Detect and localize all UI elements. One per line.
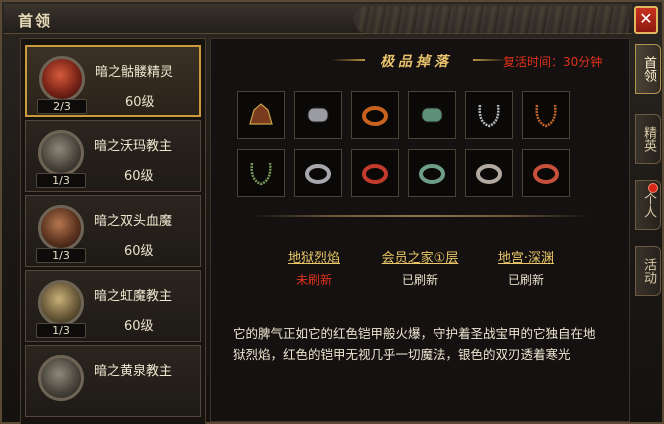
location-status: 已刷新 (507, 273, 544, 287)
drop-item-slot[interactable] (294, 91, 342, 139)
necklace-icon (250, 162, 272, 186)
location-link[interactable]: 地宫·深渊 (471, 247, 581, 266)
location-link[interactable]: 地狱烈焰 (259, 247, 369, 266)
drop-title: 极品掉落 (380, 54, 452, 70)
boss-list-item[interactable]: 暗之黄泉教主 (25, 345, 201, 417)
drop-item-slot[interactable] (522, 91, 570, 139)
ring-icon (419, 164, 445, 184)
drop-item-slot[interactable] (294, 149, 342, 197)
drop-item-slot[interactable] (351, 91, 399, 139)
necklace-icon (535, 104, 557, 128)
ring-icon (305, 164, 331, 184)
ring-icon (533, 164, 559, 184)
helmet-icon (249, 103, 273, 125)
necklace-icon (478, 104, 500, 128)
tab-boss[interactable]: 首领 (635, 44, 661, 94)
boss-level: 60级 (125, 95, 155, 110)
dragon-ornament (354, 6, 629, 34)
drop-item-slot[interactable] (408, 91, 456, 139)
drop-item-slot[interactable] (237, 149, 285, 197)
boss-name: 暗之黄泉教主 (94, 364, 173, 379)
drop-item-slot[interactable] (237, 91, 285, 139)
boss-description: 它的脾气正如它的红色铠甲般火爆，守护着圣战宝甲的它独自在地狱烈焰，红色的铠甲无视… (233, 326, 596, 362)
tab-label: 首领 (641, 56, 656, 82)
window-title: 首领 (18, 12, 53, 30)
tab-label: 个人 (641, 192, 656, 218)
boss-avatar (38, 205, 84, 251)
tab-label: 精英 (641, 126, 656, 152)
boss-name: 暗之骷髅精灵 (95, 65, 174, 80)
boss-avatar (38, 355, 84, 401)
divider (251, 215, 591, 217)
location-link[interactable]: 会员之家①层 (365, 247, 475, 266)
boss-list-item[interactable]: 1/3 暗之虹魔教主 60级 (25, 270, 201, 342)
drop-item-slot[interactable] (465, 149, 513, 197)
respawn-time: 复活时间：30分钟 (503, 55, 603, 69)
kill-count-badge: 1/3 (36, 173, 86, 188)
boss-list-item[interactable]: 1/3 暗之双头血魔 60级 (25, 195, 201, 267)
location-status: 未刷新 (295, 273, 332, 287)
boss-name: 暗之沃玛教主 (94, 139, 173, 154)
kill-count-badge: 2/3 (37, 99, 87, 114)
boss-list-item[interactable]: 1/3 暗之沃玛教主 60级 (25, 120, 201, 192)
drop-item-slot[interactable] (522, 149, 570, 197)
drop-item-slot[interactable] (351, 149, 399, 197)
boss-level: 60级 (124, 169, 154, 184)
bracer-icon (421, 107, 443, 123)
tab-elite[interactable]: 精英 (635, 114, 661, 164)
boss-level: 60级 (124, 244, 154, 259)
kill-count-badge: 1/3 (36, 323, 86, 338)
boss-avatar (38, 130, 84, 176)
boss-name: 暗之双头血魔 (94, 214, 173, 229)
boss-name: 暗之虹魔教主 (94, 289, 173, 304)
drop-item-slot[interactable] (408, 149, 456, 197)
ring-icon (362, 164, 388, 184)
drop-header: 极品掉落 复活时间：30分钟 (211, 39, 631, 81)
boss-level: 60级 (124, 319, 154, 334)
close-button[interactable]: ✕ (634, 6, 658, 34)
flourish-ornament (473, 59, 507, 61)
ring-icon (362, 106, 388, 126)
location-status: 已刷新 (401, 273, 438, 287)
boss-avatar (39, 56, 85, 102)
boss-avatar (38, 280, 84, 326)
tab-label: 活动 (641, 258, 656, 284)
ring-icon (476, 164, 502, 184)
tab-event[interactable]: 活动 (635, 246, 661, 296)
kill-count-badge: 1/3 (36, 248, 86, 263)
drop-item-slot[interactable] (465, 91, 513, 139)
boss-list: 2/3 暗之骷髅精灵 60级 1/3 暗之沃玛教主 60级 1/3 暗之双头血魔… (20, 38, 206, 424)
boss-window: 首领 ✕ 首领 精英 个人 活动 2/3 暗之骷髅精灵 60级 1/3 暗之沃玛… (0, 0, 664, 424)
boss-list-item[interactable]: 2/3 暗之骷髅精灵 60级 (25, 45, 201, 117)
bracer-icon (307, 107, 329, 123)
boss-detail-panel: 极品掉落 复活时间：30分钟 地狱烈焰 未刷新 会员之家①层 已刷新 地宫·深渊… (210, 38, 630, 422)
title-bar: 首领 (4, 4, 632, 34)
alert-dot-icon (648, 183, 658, 193)
